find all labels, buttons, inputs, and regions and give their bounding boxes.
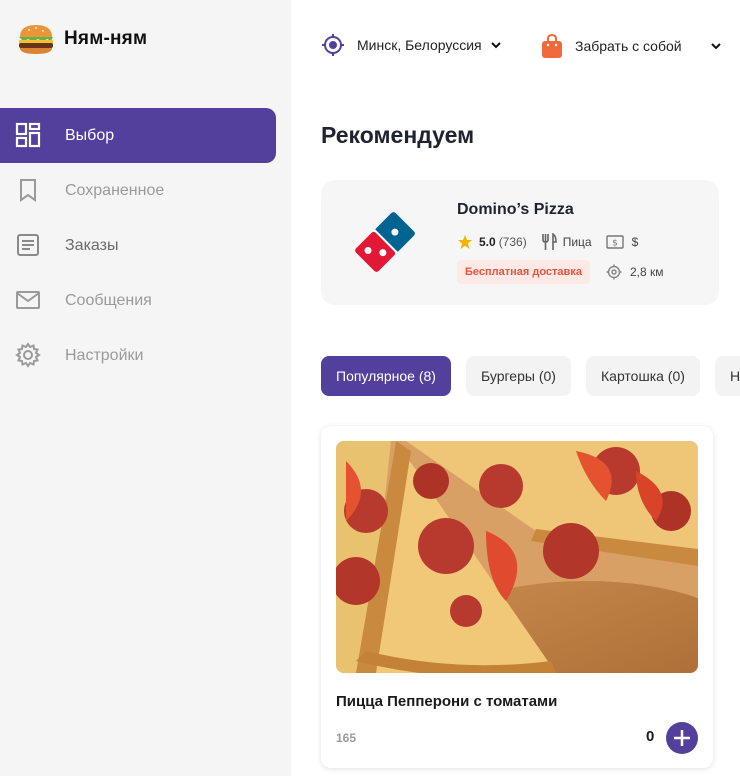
money-icon: $: [605, 235, 624, 249]
product-card[interactable]: Пицца Пепперони с томатами 165 0: [321, 426, 713, 768]
restaurant-distance-value: 2,8 км: [630, 265, 664, 279]
pizza-image: [336, 441, 698, 673]
star-icon: [458, 235, 472, 249]
restaurant-rating: 5.0: [479, 235, 496, 249]
bookmark-icon: [20, 179, 36, 202]
restaurant-name: Domino’s Pizza: [457, 201, 574, 218]
sidebar: Ням-ням Выбор Сохраненное Заказы Сообщен…: [0, 0, 291, 776]
restaurant-distance: 2,8 км: [606, 264, 664, 280]
product-image: [336, 441, 698, 673]
sidebar-item-label: Настройки: [65, 346, 144, 364]
svg-text:$: $: [612, 239, 618, 249]
shopping-bag-icon: [542, 33, 562, 58]
tab-popular[interactable]: Популярное (8): [321, 356, 451, 396]
dominos-logo: [355, 212, 415, 272]
free-delivery-badge: Бесплатная доставка: [457, 260, 590, 284]
document-icon: [17, 234, 39, 256]
sidebar-item-label: Заказы: [65, 236, 119, 254]
sidebar-nav: Выбор Сохраненное Заказы Сообщения Настр…: [0, 108, 291, 383]
sidebar-item-label: Сообщения: [65, 291, 152, 309]
section-title: Рекомендуем: [321, 122, 475, 148]
product-weight: 165: [336, 731, 357, 745]
sidebar-item-label: Сохраненное: [65, 181, 165, 199]
product-name: Пицца Пепперони с томатами: [336, 693, 558, 710]
add-to-cart-button[interactable]: [666, 722, 698, 754]
sidebar-item-orders[interactable]: Заказы: [0, 218, 291, 273]
chevron-down-icon: [490, 42, 501, 49]
delivery-mode-label: Забрать с собой: [575, 38, 682, 54]
sidebar-item-settings[interactable]: Настройки: [0, 328, 291, 383]
restaurant-price-level: $: [631, 235, 639, 249]
sidebar-item-choice[interactable]: Выбор: [0, 108, 276, 163]
location-target-icon: [322, 34, 344, 56]
sidebar-item-saved[interactable]: Сохраненное: [0, 163, 291, 218]
dashboard-icon: [15, 122, 41, 148]
delivery-mode-selector[interactable]: Забрать с собой: [541, 33, 722, 59]
plus-icon: [674, 730, 690, 746]
mail-icon: [16, 291, 40, 309]
cutlery-icon: [541, 233, 557, 250]
restaurant-card[interactable]: Domino’s Pizza 5.0 (736) Пица $ $ Беспла…: [321, 180, 719, 305]
product-quantity: 0: [646, 728, 655, 745]
gear-icon: [15, 342, 41, 368]
burger-icon: [19, 25, 53, 54]
restaurant-cuisine: Пица: [562, 235, 592, 249]
category-tabs: Популярное (8) Бургеры (0) Картошка (0) …: [321, 356, 740, 396]
tab-fries[interactable]: Картошка (0): [586, 356, 700, 396]
app-name: Ням-ням: [64, 28, 148, 49]
tab-more[interactable]: Н: [715, 356, 740, 396]
tab-burgers[interactable]: Бургеры (0): [466, 356, 571, 396]
sidebar-item-label: Выбор: [65, 126, 115, 144]
location-selector[interactable]: Минск, Белоруссия: [321, 33, 502, 57]
chevron-down-icon: [710, 43, 721, 50]
top-bar: Минск, Белоруссия Забрать с собой: [291, 0, 740, 95]
sidebar-item-messages[interactable]: Сообщения: [0, 273, 291, 328]
app-logo[interactable]: Ням-ням: [16, 22, 147, 56]
restaurant-reviews: (736): [498, 235, 527, 249]
location-label: Минск, Белоруссия: [357, 37, 482, 53]
restaurant-meta: 5.0 (736) Пица $ $: [457, 233, 638, 251]
distance-target-icon: [606, 264, 622, 280]
